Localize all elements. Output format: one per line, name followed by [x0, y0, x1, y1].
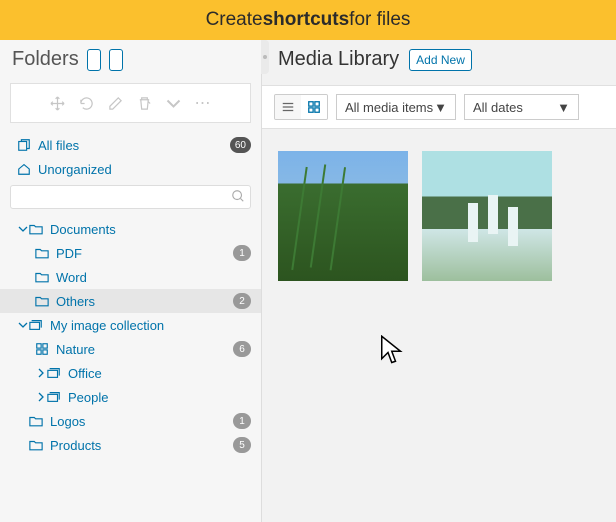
move-icon[interactable]	[50, 96, 65, 111]
add-folder-button[interactable]	[87, 49, 101, 71]
collection-icon	[47, 366, 61, 380]
view-grid-button[interactable]	[301, 95, 327, 119]
count-badge: 2	[233, 293, 251, 309]
dropdown-icon: ▼	[557, 100, 570, 115]
tree-label: Nature	[56, 342, 233, 357]
count-badge: 5	[233, 437, 251, 453]
count-badge: 6	[233, 341, 251, 357]
tree-word[interactable]: Word	[0, 265, 261, 289]
tree-my-image-collection[interactable]: My image collection	[0, 313, 261, 337]
grid-icon	[35, 342, 49, 356]
tree-documents[interactable]: Documents	[0, 217, 261, 241]
tree-label: Products	[50, 438, 233, 453]
tree-label: Unorganized	[38, 162, 251, 177]
folder-icon	[29, 414, 43, 428]
trash-icon[interactable]	[137, 96, 152, 111]
tree-label: All files	[38, 138, 230, 153]
tree-label: Documents	[50, 222, 251, 237]
search-icon	[231, 189, 245, 203]
tree-all-files[interactable]: All files 60	[0, 133, 261, 157]
filter-bar: All media items ▼ All dates ▼	[262, 85, 616, 129]
count-badge: 1	[233, 245, 251, 261]
collection-icon	[29, 318, 43, 332]
sidebar: Folders ⋯ All files 60 Unorg	[0, 40, 262, 522]
tree-people[interactable]: People	[0, 385, 261, 409]
chevron-down-icon	[18, 320, 28, 330]
tree-label: My image collection	[50, 318, 251, 333]
banner: Create shortcuts for files	[0, 0, 616, 40]
tree-logos[interactable]: Logos 1	[0, 409, 261, 433]
add-collection-button[interactable]	[109, 49, 123, 71]
select-value: All media items	[345, 100, 433, 115]
tree-label: Office	[68, 366, 251, 381]
folder-tree: All files 60 Unorganized Documents P	[0, 129, 261, 522]
thumbnail-waterfall[interactable]	[422, 151, 552, 281]
home-icon	[17, 162, 31, 176]
edit-icon[interactable]	[108, 96, 123, 111]
tree-label: PDF	[56, 246, 233, 261]
search-input[interactable]	[10, 185, 251, 209]
collection-icon	[47, 390, 61, 404]
content-pane: Media Library Add New All media items ▼ …	[262, 40, 616, 522]
folder-icon	[35, 246, 49, 260]
banner-prefix: Create	[206, 9, 263, 31]
thumbnails	[262, 129, 616, 303]
thumbnail-grass[interactable]	[278, 151, 408, 281]
tree-pdf[interactable]: PDF 1	[0, 241, 261, 265]
folder-icon	[29, 438, 43, 452]
select-value: All dates	[473, 100, 523, 115]
add-new-button[interactable]: Add New	[409, 49, 472, 71]
split-handle[interactable]	[261, 40, 269, 74]
toolbar: ⋯	[10, 83, 251, 123]
tree-products[interactable]: Products 5	[0, 433, 261, 457]
chevron-right-icon	[36, 392, 46, 402]
page-title: Media Library	[278, 48, 399, 71]
dates-select[interactable]: All dates ▼	[464, 94, 579, 120]
more-icon[interactable]: ⋯	[195, 93, 212, 113]
tree-label: Word	[56, 270, 251, 285]
tree-others[interactable]: Others 2	[0, 289, 261, 313]
sidebar-title: Folders	[12, 48, 79, 71]
grid-icon	[307, 100, 321, 114]
tree-unorganized[interactable]: Unorganized	[0, 157, 261, 181]
count-badge: 60	[230, 137, 251, 153]
tree-label: Logos	[50, 414, 233, 429]
refresh-icon[interactable]	[79, 96, 94, 111]
tree-label: Others	[56, 294, 233, 309]
dropdown-icon: ▼	[434, 100, 447, 115]
chevron-down-icon[interactable]	[166, 96, 181, 111]
banner-emph: shortcuts	[263, 9, 350, 31]
folder-icon	[35, 270, 49, 284]
view-list-button[interactable]	[275, 95, 301, 119]
folder-icon	[35, 294, 49, 308]
tree-label: People	[68, 390, 251, 405]
banner-suffix: for files	[349, 9, 410, 31]
tree-office[interactable]: Office	[0, 361, 261, 385]
list-icon	[281, 100, 295, 114]
count-badge: 1	[233, 413, 251, 429]
media-type-select[interactable]: All media items ▼	[336, 94, 456, 120]
chevron-right-icon	[36, 368, 46, 378]
folder-icon	[29, 222, 43, 236]
copy-icon	[17, 138, 31, 152]
chevron-down-icon	[18, 224, 28, 234]
tree-nature[interactable]: Nature 6	[0, 337, 261, 361]
